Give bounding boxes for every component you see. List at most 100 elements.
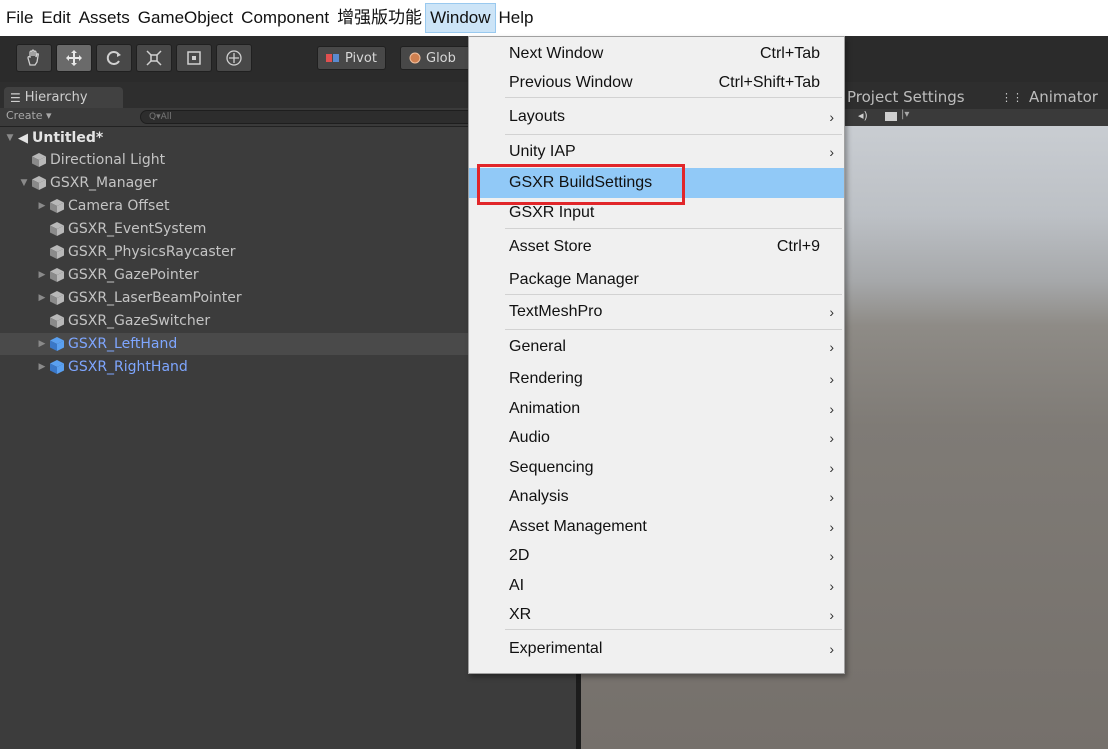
menu-item-label: GSXR Input bbox=[509, 204, 595, 222]
rect-tool-button[interactable] bbox=[176, 44, 212, 72]
menu-item-general[interactable]: General › bbox=[469, 330, 844, 365]
menu-item-package-manager[interactable]: Package Manager bbox=[469, 265, 844, 295]
expand-arrow-icon[interactable]: ▶ bbox=[36, 270, 48, 280]
submenu-arrow-icon: › bbox=[829, 641, 834, 657]
effects-dropdown-icon[interactable]: |▾ bbox=[901, 109, 909, 120]
hierarchy-row-label: GSXR_EventSystem bbox=[68, 221, 207, 237]
menu-item-label: Asset Management bbox=[509, 517, 647, 535]
gameobject-cube-icon bbox=[31, 152, 47, 168]
rect-icon bbox=[187, 51, 201, 65]
move-tool-button[interactable] bbox=[56, 44, 92, 72]
hierarchy-row-label: GSXR_RightHand bbox=[68, 359, 188, 375]
menu-item-audio[interactable]: Audio › bbox=[469, 424, 844, 454]
hierarchy-row-label: GSXR_GazePointer bbox=[68, 267, 199, 283]
menu-enhanced[interactable]: 增强版功能 bbox=[333, 4, 426, 32]
gameobject-cube-icon bbox=[31, 175, 47, 191]
menu-item-label: XR bbox=[509, 606, 532, 624]
menu-item-next-window[interactable]: Next Window Ctrl+Tab bbox=[469, 39, 844, 69]
submenu-arrow-icon: › bbox=[829, 400, 834, 417]
project-settings-tab-label: Project Settings bbox=[847, 88, 965, 106]
animator-icon: ⋮⋮ bbox=[1001, 90, 1023, 104]
menu-item-2d[interactable]: 2D › bbox=[469, 542, 844, 572]
pivot-toggle-button[interactable]: Pivot bbox=[317, 46, 386, 70]
menu-item-label: Asset Store bbox=[509, 237, 592, 255]
expand-arrow-icon[interactable]: ▶ bbox=[36, 201, 48, 211]
expand-arrow-icon[interactable]: ▶ bbox=[36, 362, 48, 372]
unity-scene-icon: ◀ bbox=[18, 130, 28, 146]
submenu-arrow-icon: › bbox=[829, 304, 834, 321]
rotate-tool-button[interactable] bbox=[96, 44, 132, 72]
menu-item-shortcut: Ctrl+Tab bbox=[759, 44, 820, 62]
submenu-arrow-icon: › bbox=[829, 371, 834, 388]
expand-arrow-icon[interactable]: ▶ bbox=[36, 339, 48, 349]
submenu-arrow-icon: › bbox=[829, 459, 834, 476]
list-icon: ☰ bbox=[10, 90, 21, 105]
submenu-arrow-icon: › bbox=[829, 108, 834, 125]
expand-arrow-icon[interactable]: ▶ bbox=[36, 293, 48, 303]
menu-item-animation[interactable]: Animation › bbox=[469, 394, 844, 424]
tab-project-settings[interactable]: Project Settings bbox=[847, 88, 965, 106]
scene-name: Untitled* bbox=[32, 130, 104, 146]
menu-window[interactable]: Window bbox=[425, 3, 496, 33]
pivot-icon bbox=[326, 54, 339, 62]
tab-hierarchy[interactable]: ☰ Hierarchy bbox=[4, 87, 123, 108]
global-toggle-button[interactable]: Glob bbox=[400, 46, 468, 70]
menu-item-label: 2D bbox=[509, 547, 530, 565]
menu-item-sequencing[interactable]: Sequencing › bbox=[469, 453, 844, 483]
menu-component[interactable]: Component bbox=[237, 4, 333, 32]
menu-item-analysis[interactable]: Analysis › bbox=[469, 483, 844, 513]
audio-toggle-icon[interactable]: ◂) bbox=[858, 109, 868, 122]
gameobject-cube-icon bbox=[49, 313, 65, 329]
menu-gameobject[interactable]: GameObject bbox=[134, 4, 237, 32]
menu-item-experimental[interactable]: Experimental › bbox=[469, 630, 844, 668]
menu-help[interactable]: Help bbox=[495, 4, 538, 32]
hierarchy-row-label: Directional Light bbox=[50, 152, 166, 168]
menu-item-layouts[interactable]: Layouts › bbox=[469, 98, 844, 135]
menu-item-asset-store[interactable]: Asset Store Ctrl+9 bbox=[469, 229, 844, 265]
expand-arrow-icon[interactable]: ▼ bbox=[18, 178, 30, 188]
effects-toggle-icon[interactable] bbox=[885, 112, 897, 121]
move-icon bbox=[66, 50, 82, 66]
menu-item-label: Sequencing bbox=[509, 458, 594, 476]
create-dropdown-button[interactable]: Create ▾ bbox=[6, 109, 52, 122]
gameobject-cube-icon bbox=[49, 267, 65, 283]
window-menu-dropdown: Next Window Ctrl+Tab Previous Window Ctrl+S… bbox=[468, 36, 845, 674]
menu-item-label: TextMeshPro bbox=[509, 303, 603, 321]
hierarchy-row-label: GSXR_LaserBeamPointer bbox=[68, 290, 242, 306]
gameobject-cube-icon bbox=[49, 221, 65, 237]
menu-item-label: Audio bbox=[509, 429, 550, 447]
hierarchy-search-input[interactable]: Q▾All bbox=[140, 110, 480, 124]
menu-item-rendering[interactable]: Rendering › bbox=[469, 365, 844, 395]
menu-assets[interactable]: Assets bbox=[75, 4, 134, 32]
scale-tool-button[interactable] bbox=[136, 44, 172, 72]
tab-animator[interactable]: ⋮⋮ Animator bbox=[1001, 88, 1098, 106]
menu-item-textmeshpro[interactable]: TextMeshPro › bbox=[469, 295, 844, 331]
menu-item-shortcut: Ctrl+Shift+Tab bbox=[718, 74, 820, 92]
menu-item-shortcut: Ctrl+9 bbox=[776, 237, 820, 255]
annotation-highlight-box bbox=[477, 164, 685, 205]
menu-item-previous-window[interactable]: Previous Window Ctrl+Shift+Tab bbox=[469, 69, 844, 99]
transform-tools bbox=[16, 44, 256, 72]
rotate-icon bbox=[106, 51, 121, 65]
hierarchy-row-label: Camera Offset bbox=[68, 198, 170, 214]
menu-edit[interactable]: Edit bbox=[37, 4, 74, 32]
submenu-arrow-icon: › bbox=[829, 143, 834, 160]
hierarchy-row-label: GSXR_GazeSwitcher bbox=[68, 313, 211, 329]
prefab-cube-icon bbox=[49, 359, 65, 375]
submenu-arrow-icon: › bbox=[829, 607, 834, 624]
menu-item-label: Analysis bbox=[509, 488, 569, 506]
menu-item-label: Rendering bbox=[509, 370, 583, 388]
menu-item-label: General bbox=[509, 338, 566, 356]
menu-item-label: Layouts bbox=[509, 107, 566, 125]
gameobject-cube-icon bbox=[49, 290, 65, 306]
menu-item-xr[interactable]: XR › bbox=[469, 601, 844, 631]
transform-tool-button[interactable] bbox=[216, 44, 252, 72]
menu-item-label: AI bbox=[509, 576, 525, 594]
menu-item-asset-management[interactable]: Asset Management › bbox=[469, 512, 844, 542]
hand-tool-button[interactable] bbox=[16, 44, 52, 72]
scale-icon bbox=[146, 50, 162, 66]
menu-item-ai[interactable]: AI › bbox=[469, 571, 844, 601]
gameobject-cube-icon bbox=[49, 244, 65, 260]
menu-file[interactable]: File bbox=[0, 4, 37, 32]
collapse-arrow-icon[interactable]: ▼ bbox=[4, 133, 16, 143]
